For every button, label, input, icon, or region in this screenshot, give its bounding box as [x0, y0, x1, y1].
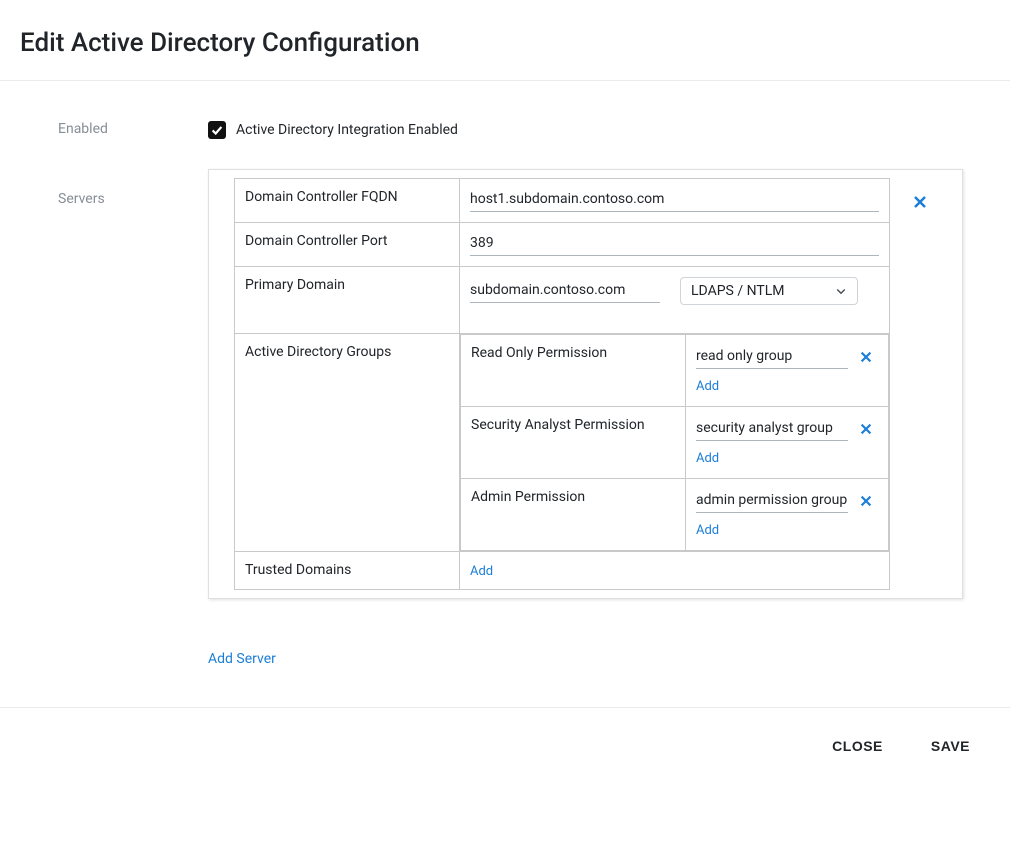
group-admin-row: Admin Permission — [461, 479, 889, 551]
port-row: Domain Controller Port — [235, 223, 890, 267]
group-analyst-add-link[interactable]: Add — [696, 451, 719, 466]
enabled-row-label: Enabled — [58, 111, 208, 137]
close-icon — [859, 494, 873, 508]
save-button[interactable]: SAVE — [927, 732, 974, 760]
primary-domain-label: Primary Domain — [235, 267, 460, 334]
trusted-domains-label: Trusted Domains — [235, 552, 460, 590]
enabled-checkbox[interactable] — [208, 121, 226, 139]
trusted-domains-row: Trusted Domains Add — [235, 552, 890, 590]
chevron-down-icon — [835, 285, 847, 297]
group-analyst-remove-button[interactable] — [854, 417, 878, 441]
server-remove-button[interactable] — [908, 190, 932, 214]
page-title: Edit Active Directory Configuration — [20, 28, 1010, 58]
group-read-row: Read Only Permission — [461, 335, 889, 407]
groups-label: Active Directory Groups — [235, 334, 460, 552]
group-analyst-input[interactable] — [696, 418, 848, 441]
group-admin-label: Admin Permission — [461, 479, 686, 551]
fqdn-row: Domain Controller FQDN — [235, 179, 890, 223]
port-input[interactable] — [470, 233, 879, 256]
page-root: Edit Active Directory Configuration Enab… — [0, 0, 1010, 860]
server-config-table: Domain Controller FQDN Domain Controller… — [234, 178, 890, 590]
group-read-input[interactable] — [696, 346, 848, 369]
group-read-add-link[interactable]: Add — [696, 379, 719, 394]
check-icon — [210, 123, 224, 137]
close-icon — [859, 422, 873, 436]
enabled-row: Enabled Active Directory Integration Ena… — [58, 111, 980, 139]
server-card: Domain Controller FQDN Domain Controller… — [208, 169, 963, 599]
group-analyst-label: Security Analyst Permission — [461, 407, 686, 479]
primary-domain-row: Primary Domain LDAPS / NTLM — [235, 267, 890, 334]
groups-table: Read Only Permission — [460, 334, 889, 551]
fqdn-label: Domain Controller FQDN — [235, 179, 460, 223]
footer-actions: CLOSE SAVE — [0, 707, 1010, 784]
servers-row-label: Servers — [58, 169, 208, 207]
auth-type-selected-label: LDAPS / NTLM — [691, 283, 785, 299]
close-icon — [859, 350, 873, 364]
enabled-checkbox-label: Active Directory Integration Enabled — [236, 122, 458, 138]
trusted-domains-add-link[interactable]: Add — [470, 564, 493, 579]
primary-domain-input[interactable] — [470, 280, 660, 303]
add-server-link[interactable]: Add Server — [208, 651, 276, 667]
group-analyst-row: Security Analyst Permission — [461, 407, 889, 479]
group-admin-remove-button[interactable] — [854, 489, 878, 513]
close-icon — [912, 194, 928, 210]
page-header: Edit Active Directory Configuration — [0, 0, 1010, 80]
servers-row: Servers Domain Controller FQDN — [58, 169, 980, 667]
port-label: Domain Controller Port — [235, 223, 460, 267]
enabled-checkbox-wrap: Active Directory Integration Enabled — [208, 111, 980, 139]
group-read-label: Read Only Permission — [461, 335, 686, 407]
group-read-remove-button[interactable] — [854, 345, 878, 369]
fqdn-input[interactable] — [470, 189, 879, 212]
auth-type-select[interactable]: LDAPS / NTLM — [680, 277, 858, 305]
group-admin-input[interactable] — [696, 490, 848, 513]
close-button[interactable]: CLOSE — [828, 732, 887, 760]
content-area: Enabled Active Directory Integration Ena… — [0, 81, 1010, 667]
groups-row: Active Directory Groups Read Only Permis… — [235, 334, 890, 552]
group-admin-add-link[interactable]: Add — [696, 523, 719, 538]
